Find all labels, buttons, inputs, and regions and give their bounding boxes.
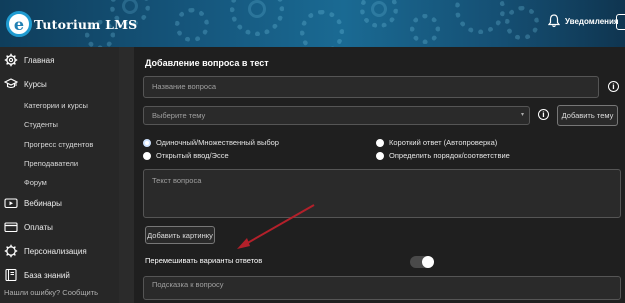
gear-icon	[4, 244, 18, 258]
main-content: Добавление вопроса в тест Название вопро…	[134, 47, 625, 303]
sidebar-item-label: Форум	[24, 177, 47, 187]
header-gear-decoration	[248, 0, 266, 18]
chevron-down-icon: ▾	[520, 112, 524, 118]
logo-mark: e	[6, 11, 32, 37]
gear-icon	[4, 53, 18, 67]
sidebar-item-knowledge-base[interactable]: База знаний	[0, 266, 119, 284]
sidebar-item-teachers[interactable]: Преподаватели	[0, 154, 119, 172]
header-gear-decoration	[175, 8, 209, 42]
sidebar-item-label: Персонализация	[24, 246, 87, 256]
video-play-icon	[4, 198, 18, 209]
radio-checked	[143, 138, 151, 147]
logo-text: Tutorium LMS	[34, 16, 138, 32]
radio-label: Определить порядок/соответствие	[389, 151, 510, 160]
question-type-short-answer[interactable]: Короткий ответ (Автопроверка)	[376, 138, 497, 147]
sidebar-item-progress[interactable]: Прогресс студентов	[0, 135, 119, 153]
sidebar-item-categories[interactable]: Категории и курсы	[0, 96, 119, 114]
sidebar: Главная Курсы Категории и курсы Студенты…	[0, 47, 119, 303]
sidebar-item-students[interactable]: Студенты	[0, 115, 119, 133]
question-text-area[interactable]: Текст вопроса	[143, 169, 621, 218]
sidebar-item-forum[interactable]: Форум	[0, 173, 119, 191]
question-type-open-essay[interactable]: Открытый ввод/Эссе	[143, 151, 229, 160]
hint-input[interactable]: Подсказка к вопросу	[143, 276, 621, 300]
sidebar-item-payments[interactable]: Оплаты	[0, 218, 119, 236]
info-icon[interactable]: i	[608, 81, 619, 92]
info-icon[interactable]: i	[538, 109, 549, 120]
question-type-single-multiple[interactable]: Одиночный/Множественный выбор	[143, 138, 279, 147]
sidebar-item-personalization[interactable]: Персонализация	[0, 242, 119, 260]
header-gear-decoration	[455, 0, 505, 34]
radio-label: Короткий ответ (Автопроверка)	[389, 138, 498, 147]
header-gear-decoration	[371, 1, 387, 17]
notifications-label: Уведомления	[565, 16, 619, 26]
book-icon	[5, 268, 17, 282]
sidebar-item-label: Курсы	[24, 79, 47, 89]
sidebar-item-label: Вебинары	[24, 198, 62, 208]
question-type-order-match[interactable]: Определить порядок/соответствие	[376, 151, 510, 160]
sidebar-item-home[interactable]: Главная	[0, 51, 119, 69]
header-gear-decoration	[410, 14, 440, 44]
sidebar-item-label: Прогресс студентов	[24, 139, 94, 149]
app-logo[interactable]: e Tutorium LMS	[6, 10, 137, 38]
radio-unchecked	[376, 138, 384, 147]
sidebar-item-label: Преподаватели	[24, 158, 79, 168]
graduation-cap-icon	[4, 78, 18, 89]
header-gear-decoration	[300, 10, 344, 47]
radio-unchecked	[376, 151, 384, 160]
report-bug-link[interactable]: Нашли ошибку? Сообщить	[4, 288, 98, 297]
page-title: Добавление вопроса в тест	[145, 58, 269, 68]
sidebar-item-label: База знаний	[24, 270, 70, 280]
sidebar-item-label: Категории и курсы	[24, 100, 88, 110]
sidebar-item-courses[interactable]: Курсы	[0, 75, 119, 93]
question-name-input[interactable]: Название вопроса	[143, 76, 599, 98]
sidebar-item-label: Оплаты	[24, 222, 53, 232]
sidebar-item-label: Главная	[24, 55, 55, 65]
notifications-button[interactable]: Уведомления	[548, 14, 619, 28]
header-gear-decoration	[505, 6, 539, 40]
topic-select[interactable]: Выберите тему ▾	[143, 106, 530, 125]
toggle-knob	[422, 256, 434, 268]
add-image-button[interactable]: Добавить картинку	[145, 226, 215, 244]
radio-unchecked	[143, 151, 151, 160]
add-topic-button[interactable]: Добавить тему	[557, 105, 618, 126]
top-header: e Tutorium LMS Уведомления	[0, 0, 625, 47]
radio-label: Одиночный/Множественный выбор	[156, 138, 279, 147]
radio-label: Открытый ввод/Эссе	[156, 151, 229, 160]
credit-card-icon	[4, 222, 18, 233]
shuffle-answers-label: Перемешивать варианты ответов	[145, 256, 263, 265]
topic-select-placeholder: Выберите тему	[152, 111, 206, 120]
shuffle-answers-toggle[interactable]	[410, 256, 434, 268]
sidebar-item-webinars[interactable]: Вебинары	[0, 194, 119, 212]
bell-icon	[548, 14, 560, 28]
sidebar-item-label: Студенты	[24, 119, 58, 129]
user-menu-button[interactable]	[616, 14, 625, 30]
